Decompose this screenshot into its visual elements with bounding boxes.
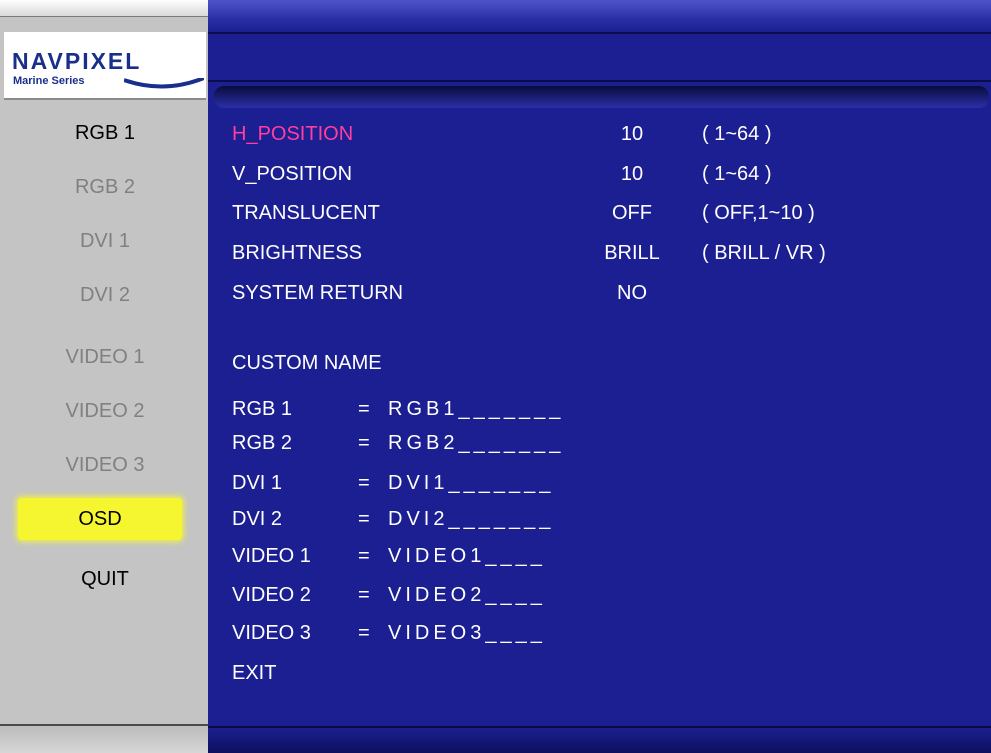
- setting-label: TRANSLUCENT: [232, 202, 380, 224]
- equals-sign: =: [358, 432, 370, 454]
- logo-swoosh-icon: [124, 78, 204, 89]
- equals-sign: =: [358, 398, 370, 420]
- brand-subtitle: Marine Series: [13, 75, 85, 87]
- panel-bottom-bar: [208, 726, 991, 753]
- custom-name-value[interactable]: DVI2_______: [388, 508, 554, 531]
- sidebar-item-video2[interactable]: VIDEO 2: [10, 388, 200, 434]
- setting-range: ( BRILL / VR ): [702, 242, 826, 264]
- custom-name-label: RGB 2: [232, 432, 293, 454]
- sidebar-item-rgb2[interactable]: RGB 2: [10, 164, 200, 210]
- custom-name-label: VIDEO 1: [232, 545, 311, 567]
- setting-value[interactable]: BRILL: [592, 242, 672, 265]
- panel-header: [208, 34, 991, 82]
- sidebar: NAVPIXEL Marine Series RGB 1 RGB 2 DVI 1…: [0, 0, 208, 753]
- custom-name-label: VIDEO 2: [232, 584, 311, 606]
- setting-value[interactable]: 10: [592, 123, 672, 146]
- panel-rail: [214, 86, 989, 108]
- setting-label: V_POSITION: [232, 163, 353, 185]
- custom-name-heading: CUSTOM NAME: [232, 352, 382, 374]
- equals-sign: =: [358, 472, 370, 494]
- setting-label: SYSTEM RETURN: [232, 282, 404, 304]
- sidebar-item-osd[interactable]: OSD: [18, 498, 182, 540]
- setting-label: H_POSITION: [232, 123, 354, 145]
- setting-range: ( OFF,1~10 ): [702, 202, 815, 224]
- brand-name: NAVPIXEL: [12, 48, 142, 74]
- equals-sign: =: [358, 545, 370, 567]
- equals-sign: =: [358, 622, 370, 644]
- equals-sign: =: [358, 508, 370, 530]
- custom-name-value[interactable]: VIDEO3____: [388, 622, 546, 645]
- custom-name-label: RGB 1: [232, 398, 293, 420]
- setting-value[interactable]: OFF: [592, 202, 672, 225]
- sidebar-item-rgb1[interactable]: RGB 1: [10, 110, 200, 156]
- setting-label: BRIGHTNESS: [232, 242, 363, 264]
- equals-sign: =: [358, 584, 370, 606]
- osd-screen: NAVPIXEL Marine Series RGB 1 RGB 2 DVI 1…: [0, 0, 991, 753]
- custom-name-value[interactable]: VIDEO2____: [388, 584, 546, 607]
- sidebar-top-bar: [0, 0, 208, 17]
- custom-name-value[interactable]: VIDEO1____: [388, 545, 546, 568]
- sidebar-item-video1[interactable]: VIDEO 1: [10, 334, 200, 380]
- custom-name-value[interactable]: DVI1_______: [388, 472, 554, 495]
- sidebar-item-video3[interactable]: VIDEO 3: [10, 442, 200, 488]
- custom-name-label: DVI 2: [232, 508, 283, 530]
- osd-panel: H_POSITION 10 ( 1~64 ) V_POSITION 10 ( 1…: [208, 0, 991, 753]
- exit-item[interactable]: EXIT: [232, 662, 276, 685]
- custom-name-label: VIDEO 3: [232, 622, 311, 644]
- sidebar-item-quit[interactable]: QUIT: [10, 556, 200, 602]
- custom-name-label: DVI 1: [232, 472, 283, 494]
- setting-range: ( 1~64 ): [702, 163, 772, 185]
- brand-logo: NAVPIXEL Marine Series: [4, 32, 206, 100]
- setting-value[interactable]: NO: [592, 282, 672, 305]
- panel-top-bar: [208, 0, 991, 34]
- setting-value[interactable]: 10: [592, 163, 672, 186]
- sidebar-bottom-bar: [0, 724, 208, 753]
- sidebar-item-dvi1[interactable]: DVI 1: [10, 218, 200, 264]
- sidebar-item-dvi2[interactable]: DVI 2: [10, 272, 200, 318]
- custom-name-value[interactable]: RGB2_______: [388, 432, 564, 455]
- setting-range: ( 1~64 ): [702, 123, 772, 145]
- custom-name-value[interactable]: RGB1_______: [388, 398, 564, 421]
